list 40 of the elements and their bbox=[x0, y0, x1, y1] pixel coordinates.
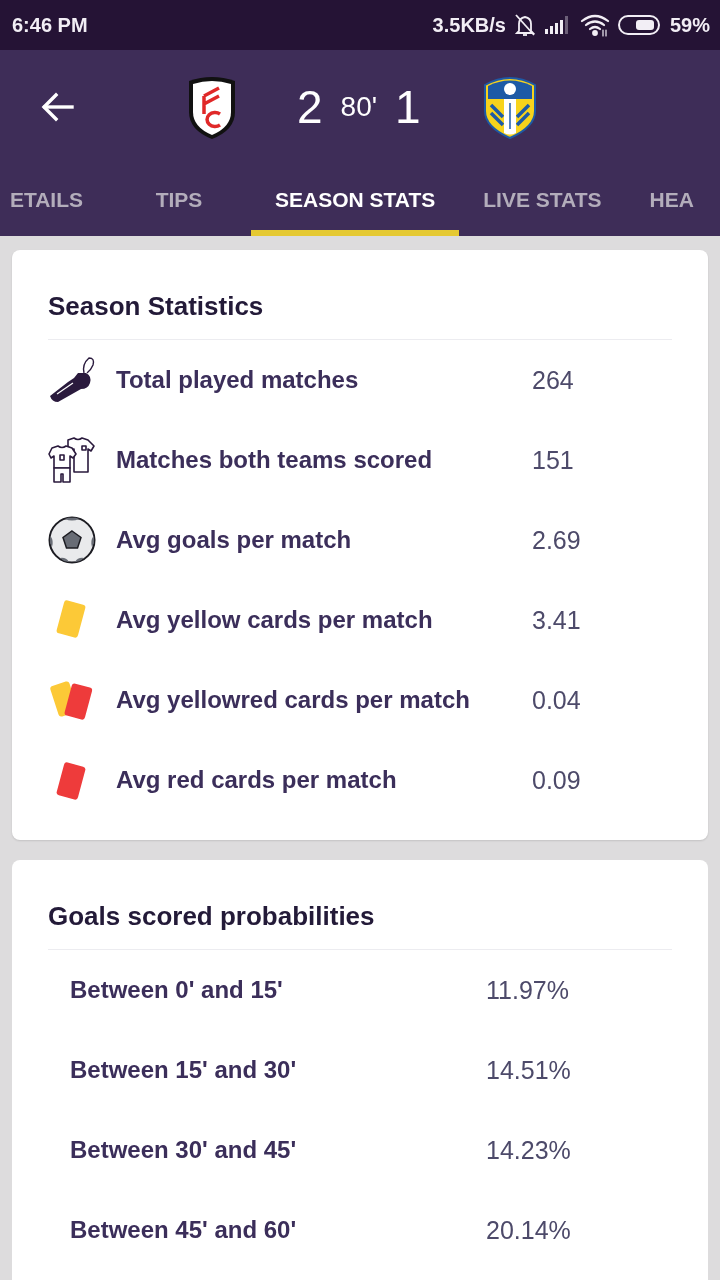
stat-label: Avg yellow cards per match bbox=[116, 605, 434, 635]
stat-label: Total played matches bbox=[116, 365, 360, 395]
stat-value: 264 bbox=[532, 365, 575, 395]
stat-value: 20.14% bbox=[486, 1215, 572, 1245]
notifications-off-icon bbox=[513, 13, 536, 37]
stat-label: Between 15' and 30' bbox=[70, 1055, 298, 1085]
stat-label: Between 0' and 15' bbox=[70, 975, 284, 1005]
whistle-icon bbox=[48, 356, 96, 404]
tab[interactable]: ETAILS bbox=[0, 163, 107, 236]
section-title: Season Statistics bbox=[48, 290, 265, 322]
stat-value: 11.97% bbox=[486, 975, 570, 1005]
wifi-icon bbox=[579, 13, 610, 37]
battery-percent: 59% bbox=[669, 13, 710, 37]
stat-value: 2.69 bbox=[532, 525, 582, 555]
stat-value: 151 bbox=[532, 445, 575, 475]
tab[interactable]: LIVE STATS bbox=[459, 163, 626, 236]
stat-label: Matches both teams scored bbox=[116, 445, 434, 475]
section-title: Goals scored probabilities bbox=[48, 900, 376, 932]
stat-label: Between 30' and 45' bbox=[70, 1135, 298, 1165]
soccer-ball-icon bbox=[48, 516, 96, 564]
stat-value: 14.51% bbox=[486, 1055, 572, 1085]
match-minute: 80' bbox=[340, 90, 378, 123]
home-score: 2 bbox=[297, 80, 323, 133]
arrow-left-icon bbox=[40, 91, 74, 122]
shield-crest-icon bbox=[482, 74, 537, 139]
tab[interactable]: TIPS bbox=[107, 163, 251, 236]
tab[interactable]: HEA bbox=[625, 163, 718, 236]
stat-label: Avg yellowred cards per match bbox=[116, 685, 471, 715]
stat-value: 3.41 bbox=[532, 605, 582, 635]
stat-label: Between 45' and 60' bbox=[70, 1215, 298, 1245]
status-time: 6:46 PM bbox=[12, 13, 88, 37]
stat-value: 0.09 bbox=[532, 765, 582, 795]
stat-value: 14.23% bbox=[486, 1135, 572, 1165]
stat-value: 0.04 bbox=[532, 685, 582, 715]
away-score: 1 bbox=[395, 80, 421, 133]
battery-icon bbox=[617, 14, 662, 36]
network-speed: 3.5KB/s bbox=[432, 13, 506, 37]
stat-label: Avg red cards per match bbox=[116, 765, 398, 795]
jerseys-icon bbox=[48, 436, 96, 484]
stat-label: Avg goals per match bbox=[116, 525, 353, 555]
